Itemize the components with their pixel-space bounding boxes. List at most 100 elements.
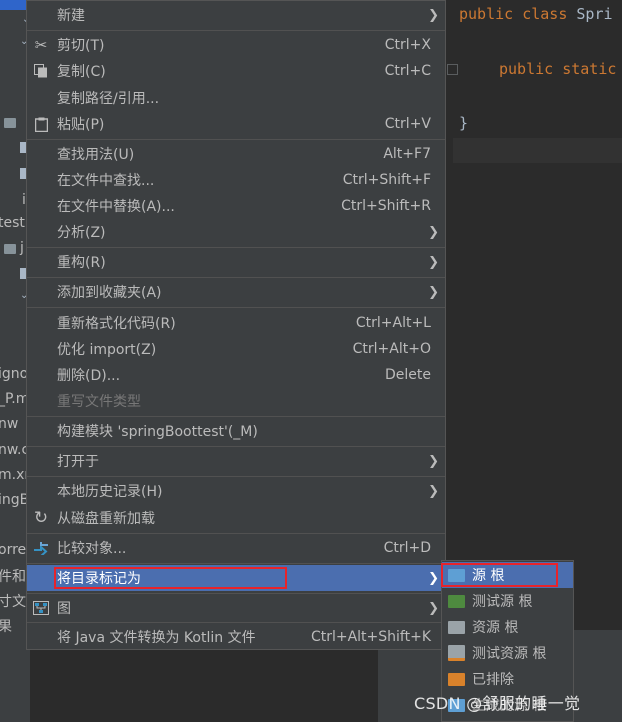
folder-icon [448, 594, 465, 608]
paste-icon [32, 115, 50, 133]
menu-item-label: 删除(D)... [57, 368, 121, 384]
tree-item-text[interactable]: test [0, 215, 25, 231]
highlight-annotation [441, 563, 558, 587]
scissors-icon: ✂ [34, 36, 48, 54]
menu-item-reload-from-disk[interactable]: ↻ 从磁盘重新加载 [27, 505, 445, 531]
menu-item-local-history[interactable]: 本地历史记录(H) ❯ [27, 478, 445, 504]
menu-item-shortcut: Ctrl+Shift+R [341, 198, 431, 214]
menu-separator [27, 277, 445, 278]
menu-item-label: 添加到收藏夹(A) [57, 285, 162, 301]
menu-item-label: 优化 import(Z) [57, 342, 157, 358]
menu-separator [27, 247, 445, 248]
tree-item-text[interactable]: _P.m [0, 391, 29, 407]
menu-item-shortcut: Alt+F7 [383, 146, 431, 162]
menu-item-convert-java-to-kotlin[interactable]: 将 Java 文件转换为 Kotlin 文件 Ctrl+Alt+Shift+K [27, 624, 445, 650]
submenu-item-excluded[interactable]: 已排除 [442, 666, 573, 692]
menu-item-paste[interactable]: 粘贴(P) Ctrl+V [27, 111, 445, 137]
chevron-right-icon: ❯ [428, 570, 439, 586]
menu-item-label: 从磁盘重新加载 [57, 511, 155, 527]
menu-item-shortcut: Ctrl+V [384, 116, 431, 132]
menu-separator [27, 139, 445, 140]
context-menu: 新建 ❯ ✂ 剪切(T) Ctrl+X 复制(C) Ctrl+C 复制路径/引用… [26, 0, 446, 650]
menu-separator [27, 593, 445, 594]
tree-item-text[interactable]: 果 [0, 616, 12, 636]
menu-separator [27, 416, 445, 417]
menu-item-compare-with[interactable]: 比较对象... Ctrl+D [27, 535, 445, 561]
menu-item-new[interactable]: 新建 ❯ [27, 2, 445, 28]
folder-icon [4, 118, 16, 128]
menu-item-label: 重写文件类型 [57, 394, 141, 410]
watermark: CSDN @舒服的睡一觉 [414, 694, 581, 713]
code-class-name: Spri [576, 5, 613, 23]
menu-item-replace-in-files[interactable]: 在文件中替换(A)... Ctrl+Shift+R [27, 193, 445, 219]
menu-item-label: 粘贴(P) [57, 117, 105, 133]
menu-item-override-file-type: 重写文件类型 [27, 388, 445, 414]
chevron-right-icon: ❯ [428, 284, 439, 300]
menu-item-label: 本地历史记录(H) [57, 484, 163, 500]
menu-item-optimize-imports[interactable]: 优化 import(Z) Ctrl+Alt+O [27, 336, 445, 362]
code-line-3: } [459, 114, 469, 132]
menu-item-shortcut: Ctrl+C [384, 63, 431, 79]
tree-item-text[interactable]: nw.c [0, 442, 29, 458]
menu-item-build-module[interactable]: 构建模块 'springBoottest'(_M) [27, 418, 445, 444]
menu-item-label: 重新格式化代码(R) [57, 316, 176, 332]
menu-item-diagram[interactable]: 图 ❯ [27, 595, 445, 621]
folder-icon [448, 672, 465, 686]
folder-icon [4, 244, 16, 254]
menu-item-shortcut: Ctrl+Alt+L [355, 315, 431, 331]
code-keyword: public class [459, 5, 577, 23]
menu-item-label: 剪切(T) [57, 38, 105, 54]
menu-item-open-in[interactable]: 打开于 ❯ [27, 448, 445, 474]
current-line-highlight [453, 138, 622, 163]
chevron-right-icon: ❯ [428, 483, 439, 499]
submenu-item-label: 测试源 根 [472, 594, 533, 610]
menu-item-shortcut: Ctrl+X [384, 37, 431, 53]
menu-item-label: 图 [57, 601, 71, 617]
menu-separator [27, 533, 445, 534]
menu-separator [27, 446, 445, 447]
chevron-right-icon: ❯ [428, 224, 439, 240]
menu-item-reformat-code[interactable]: 重新格式化代码(R) Ctrl+Alt+L [27, 310, 445, 336]
menu-item-label: 在文件中替换(A)... [57, 199, 175, 215]
menu-item-shortcut: Delete [385, 367, 431, 383]
diagram-icon [32, 599, 50, 617]
menu-item-find-in-files[interactable]: 在文件中查找... Ctrl+Shift+F [27, 167, 445, 193]
tree-item-text[interactable]: nw [0, 416, 18, 432]
submenu-item-label: 已排除 [472, 672, 514, 688]
menu-separator [27, 476, 445, 477]
menu-item-analyze[interactable]: 分析(Z) ❯ [27, 219, 445, 245]
menu-item-shortcut: Ctrl+Shift+F [342, 172, 431, 188]
code-line-1: public class Spri [459, 5, 613, 23]
menu-item-cut[interactable]: ✂ 剪切(T) Ctrl+X [27, 32, 445, 58]
tree-item-text[interactable]: 件和 [0, 566, 26, 586]
menu-item-refactor[interactable]: 重构(R) ❯ [27, 249, 445, 275]
chevron-right-icon: ❯ [428, 453, 439, 469]
menu-item-shortcut: Ctrl+Alt+O [352, 341, 431, 357]
menu-item-copy[interactable]: 复制(C) Ctrl+C [27, 58, 445, 84]
menu-item-label: 将 Java 文件转换为 Kotlin 文件 [57, 630, 256, 646]
chevron-right-icon: ❯ [428, 600, 439, 616]
menu-item-label: 在文件中查找... [57, 173, 155, 189]
submenu-item-test-resources-root[interactable]: 测试资源 根 [442, 640, 573, 666]
submenu-item-label: 资源 根 [472, 620, 519, 636]
tree-item-text[interactable]: j [20, 240, 24, 256]
menu-separator [27, 307, 445, 308]
menu-item-add-to-favorites[interactable]: 添加到收藏夹(A) ❯ [27, 279, 445, 305]
menu-item-label: 打开于 [57, 454, 99, 470]
compare-icon [32, 539, 50, 557]
menu-item-shortcut: Ctrl+D [383, 540, 431, 556]
submenu-item-resources-root[interactable]: 资源 根 [442, 614, 573, 640]
tree-item-text[interactable]: ingB [0, 492, 29, 508]
highlight-annotation [54, 567, 287, 589]
submenu-item-label: 测试资源 根 [472, 646, 547, 662]
menu-item-copy-path[interactable]: 复制路径/引用... [27, 85, 445, 111]
tree-item-text[interactable]: orre [0, 542, 26, 558]
folder-icon [448, 620, 465, 634]
tree-item-text[interactable]: igno [0, 366, 28, 382]
chevron-right-icon: ❯ [428, 7, 439, 23]
folder-icon [448, 645, 465, 661]
submenu-item-test-sources-root[interactable]: 测试源 根 [442, 588, 573, 614]
menu-item-find-usages[interactable]: 查找用法(U) Alt+F7 [27, 141, 445, 167]
fold-marker-icon[interactable] [447, 64, 458, 75]
menu-item-delete[interactable]: 删除(D)... Delete [27, 362, 445, 388]
